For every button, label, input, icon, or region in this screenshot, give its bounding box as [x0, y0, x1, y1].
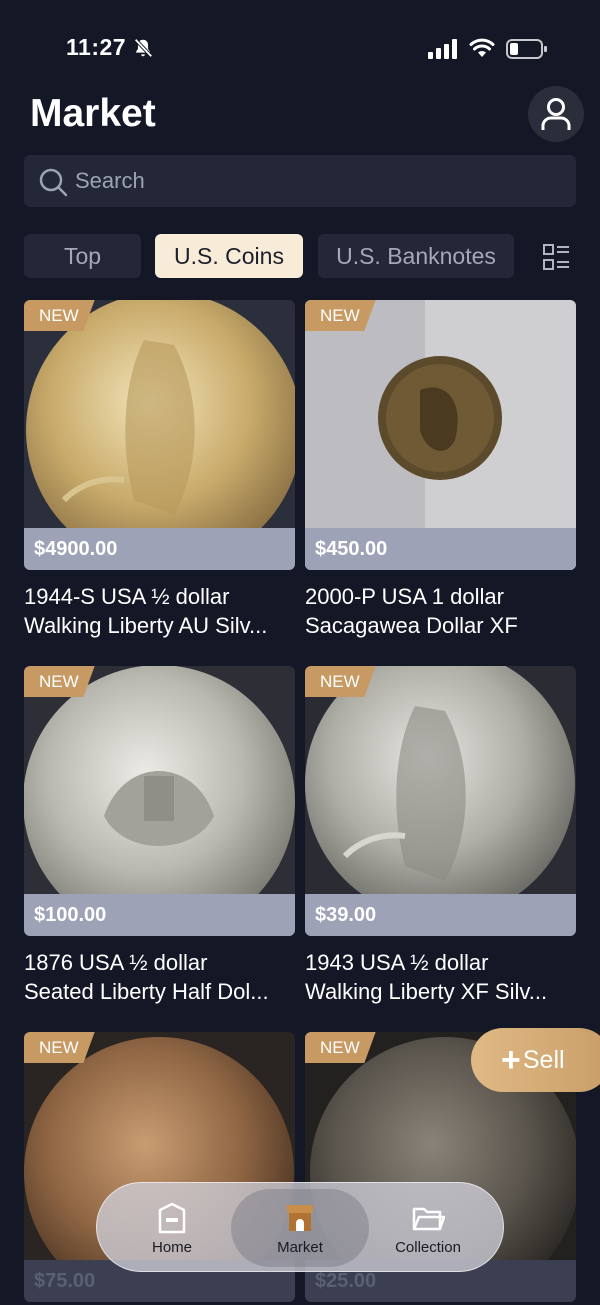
- page-title: Market: [30, 92, 156, 135]
- nav-collection-label: Collection: [395, 1238, 461, 1256]
- battery-icon: [506, 39, 547, 59]
- listing-image: NEW $4900.00: [24, 300, 295, 570]
- wifi-icon: [469, 38, 495, 57]
- listing-title-line2: Walking Liberty AU Silv...: [24, 613, 268, 638]
- price-label: $450.00: [305, 528, 576, 570]
- bell-slash-icon: [134, 38, 153, 58]
- listing-image: NEW $100.00: [24, 666, 295, 936]
- nav-market[interactable]: Market: [231, 1189, 369, 1267]
- nav-collection[interactable]: Collection: [359, 1189, 497, 1267]
- nav-market-label: Market: [277, 1238, 323, 1256]
- signal-icon: [428, 39, 457, 59]
- new-badge: NEW: [24, 1032, 95, 1063]
- new-badge: NEW: [305, 666, 376, 697]
- listing-title-line2: Seated Liberty Half Dol...: [24, 979, 269, 1004]
- new-badge: NEW: [305, 300, 376, 331]
- listing-title-line1: 1876 USA ½ dollar: [24, 950, 208, 975]
- listing-title-line1: 1943 USA ½ dollar: [305, 950, 489, 975]
- new-badge: NEW: [24, 666, 95, 697]
- listing-card[interactable]: NEW $4900.00 1944-S USA ½ dollar Walking…: [24, 300, 295, 640]
- price-label: $100.00: [24, 894, 295, 936]
- new-badge: NEW: [305, 1032, 376, 1063]
- folder-icon: [412, 1207, 445, 1230]
- listing-card[interactable]: NEW $39.00 1943 USA ½ dollar Walking Lib…: [305, 666, 576, 1006]
- price-label: $4900.00: [24, 528, 295, 570]
- search-input[interactable]: [75, 155, 555, 207]
- status-time: 11:27: [66, 34, 127, 60]
- search-bar[interactable]: [24, 155, 576, 207]
- listing-card[interactable]: NEW $450.00 2000-P USA 1 dollar Sacagawe…: [305, 300, 576, 640]
- sell-label: Sell: [522, 1045, 565, 1074]
- sell-button[interactable]: + Sell: [471, 1028, 600, 1092]
- listing-card[interactable]: NEW $100.00 1876 USA ½ dollar Seated Lib…: [24, 666, 295, 1006]
- person-icon: [541, 98, 571, 130]
- store-icon: [287, 1204, 313, 1231]
- listing-image: NEW $39.00: [305, 666, 576, 936]
- list-grid-icon[interactable]: [541, 242, 571, 272]
- nav-home-label: Home: [151, 1238, 192, 1256]
- listing-title-line2: Walking Liberty XF Silv...: [305, 979, 548, 1004]
- tab-top[interactable]: Top: [24, 234, 141, 278]
- price-label: $39.00: [305, 894, 576, 936]
- listing-title-line1: 1944-S USA ½ dollar: [24, 584, 230, 609]
- listing-image: NEW $450.00: [305, 300, 576, 570]
- tab-us-coins[interactable]: U.S. Coins: [155, 234, 303, 278]
- new-badge: NEW: [24, 300, 95, 331]
- plus-icon: +: [501, 1041, 521, 1079]
- status-bar: 11:27: [0, 0, 600, 90]
- home-icon: [158, 1202, 186, 1233]
- nav-home[interactable]: Home: [103, 1189, 241, 1267]
- bottom-nav: Home Market Collection: [96, 1182, 504, 1272]
- listing-title-line2: Sacagawea Dollar XF: [305, 613, 518, 638]
- listing-title-line1: 2000-P USA 1 dollar: [305, 584, 504, 609]
- search-icon: [39, 168, 68, 197]
- profile-button[interactable]: [528, 86, 584, 142]
- tab-us-banknotes[interactable]: U.S. Banknotes: [318, 234, 514, 278]
